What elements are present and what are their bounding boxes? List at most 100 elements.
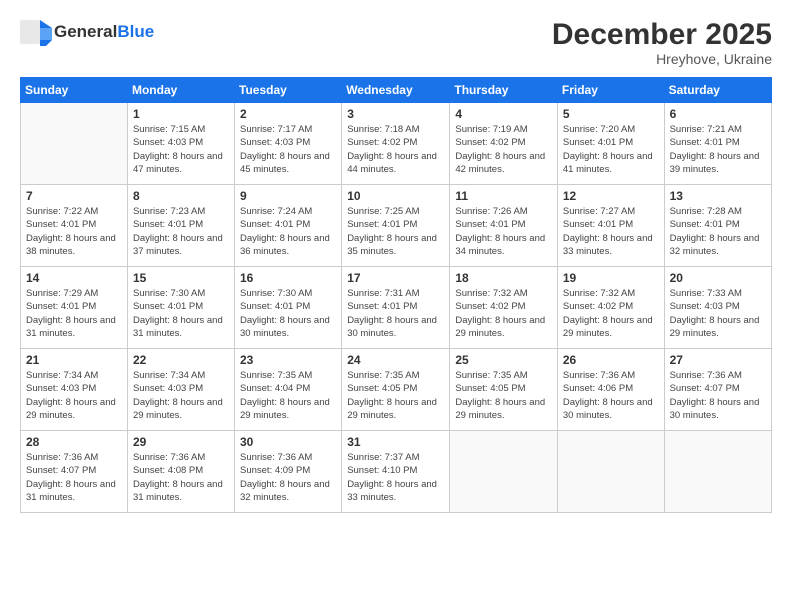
- logo-icon: [20, 18, 52, 46]
- table-row: 25 Sunrise: 7:35 AM Sunset: 4:05 PM Dayl…: [450, 349, 558, 431]
- day-info: Sunrise: 7:20 AM Sunset: 4:01 PM Dayligh…: [563, 123, 659, 176]
- table-row: 22 Sunrise: 7:34 AM Sunset: 4:03 PM Dayl…: [127, 349, 234, 431]
- sunrise-text: Sunrise: 7:20 AM: [563, 124, 635, 135]
- table-row: [664, 431, 771, 513]
- sunrise-text: Sunrise: 7:27 AM: [563, 206, 635, 217]
- daylight-text: Daylight: 8 hours and 29 minutes.: [133, 397, 223, 421]
- table-row: 4 Sunrise: 7:19 AM Sunset: 4:02 PM Dayli…: [450, 103, 558, 185]
- table-row: 15 Sunrise: 7:30 AM Sunset: 4:01 PM Dayl…: [127, 267, 234, 349]
- daylight-text: Daylight: 8 hours and 31 minutes.: [133, 315, 223, 339]
- header: GeneralBlue December 2025 Hreyhove, Ukra…: [20, 18, 772, 67]
- sunrise-text: Sunrise: 7:36 AM: [240, 452, 312, 463]
- table-row: 8 Sunrise: 7:23 AM Sunset: 4:01 PM Dayli…: [127, 185, 234, 267]
- sunset-text: Sunset: 4:01 PM: [563, 137, 633, 148]
- table-row: 31 Sunrise: 7:37 AM Sunset: 4:10 PM Dayl…: [342, 431, 450, 513]
- day-info: Sunrise: 7:29 AM Sunset: 4:01 PM Dayligh…: [26, 287, 122, 340]
- table-row: 20 Sunrise: 7:33 AM Sunset: 4:03 PM Dayl…: [664, 267, 771, 349]
- day-number: 9: [240, 189, 336, 203]
- day-number: 26: [563, 353, 659, 367]
- table-row: 24 Sunrise: 7:35 AM Sunset: 4:05 PM Dayl…: [342, 349, 450, 431]
- day-info: Sunrise: 7:17 AM Sunset: 4:03 PM Dayligh…: [240, 123, 336, 176]
- sunrise-text: Sunrise: 7:35 AM: [455, 370, 527, 381]
- header-tuesday: Tuesday: [235, 78, 342, 103]
- sunset-text: Sunset: 4:08 PM: [133, 465, 203, 476]
- sunrise-text: Sunrise: 7:34 AM: [133, 370, 205, 381]
- sunset-text: Sunset: 4:05 PM: [347, 383, 417, 394]
- calendar-week-row: 21 Sunrise: 7:34 AM Sunset: 4:03 PM Dayl…: [21, 349, 772, 431]
- logo-general: General: [54, 22, 117, 41]
- header-thursday: Thursday: [450, 78, 558, 103]
- calendar-table: Sunday Monday Tuesday Wednesday Thursday…: [20, 77, 772, 513]
- sunset-text: Sunset: 4:02 PM: [455, 301, 525, 312]
- sunrise-text: Sunrise: 7:15 AM: [133, 124, 205, 135]
- daylight-text: Daylight: 8 hours and 31 minutes.: [26, 479, 116, 503]
- sunset-text: Sunset: 4:03 PM: [240, 137, 310, 148]
- sunrise-text: Sunrise: 7:28 AM: [670, 206, 742, 217]
- header-friday: Friday: [557, 78, 664, 103]
- table-row: 13 Sunrise: 7:28 AM Sunset: 4:01 PM Dayl…: [664, 185, 771, 267]
- day-info: Sunrise: 7:22 AM Sunset: 4:01 PM Dayligh…: [26, 205, 122, 258]
- sunset-text: Sunset: 4:01 PM: [563, 219, 633, 230]
- daylight-text: Daylight: 8 hours and 29 minutes.: [455, 397, 545, 421]
- sunrise-text: Sunrise: 7:36 AM: [670, 370, 742, 381]
- day-info: Sunrise: 7:36 AM Sunset: 4:09 PM Dayligh…: [240, 451, 336, 504]
- day-info: Sunrise: 7:30 AM Sunset: 4:01 PM Dayligh…: [240, 287, 336, 340]
- daylight-text: Daylight: 8 hours and 35 minutes.: [347, 233, 437, 257]
- daylight-text: Daylight: 8 hours and 32 minutes.: [670, 233, 760, 257]
- logo: GeneralBlue: [20, 18, 154, 46]
- day-info: Sunrise: 7:34 AM Sunset: 4:03 PM Dayligh…: [26, 369, 122, 422]
- sunset-text: Sunset: 4:01 PM: [670, 219, 740, 230]
- daylight-text: Daylight: 8 hours and 30 minutes.: [240, 315, 330, 339]
- day-number: 22: [133, 353, 229, 367]
- sunset-text: Sunset: 4:04 PM: [240, 383, 310, 394]
- sunrise-text: Sunrise: 7:19 AM: [455, 124, 527, 135]
- header-monday: Monday: [127, 78, 234, 103]
- sunrise-text: Sunrise: 7:36 AM: [26, 452, 98, 463]
- day-info: Sunrise: 7:30 AM Sunset: 4:01 PM Dayligh…: [133, 287, 229, 340]
- day-info: Sunrise: 7:36 AM Sunset: 4:07 PM Dayligh…: [26, 451, 122, 504]
- day-number: 28: [26, 435, 122, 449]
- sunrise-text: Sunrise: 7:34 AM: [26, 370, 98, 381]
- day-number: 27: [670, 353, 766, 367]
- sunset-text: Sunset: 4:01 PM: [26, 219, 96, 230]
- sunrise-text: Sunrise: 7:36 AM: [133, 452, 205, 463]
- header-sunday: Sunday: [21, 78, 128, 103]
- daylight-text: Daylight: 8 hours and 30 minutes.: [347, 315, 437, 339]
- daylight-text: Daylight: 8 hours and 32 minutes.: [240, 479, 330, 503]
- daylight-text: Daylight: 8 hours and 30 minutes.: [670, 397, 760, 421]
- daylight-text: Daylight: 8 hours and 37 minutes.: [133, 233, 223, 257]
- day-info: Sunrise: 7:15 AM Sunset: 4:03 PM Dayligh…: [133, 123, 229, 176]
- sunrise-text: Sunrise: 7:35 AM: [347, 370, 419, 381]
- day-number: 25: [455, 353, 552, 367]
- day-number: 21: [26, 353, 122, 367]
- table-row: 2 Sunrise: 7:17 AM Sunset: 4:03 PM Dayli…: [235, 103, 342, 185]
- day-info: Sunrise: 7:36 AM Sunset: 4:08 PM Dayligh…: [133, 451, 229, 504]
- day-info: Sunrise: 7:36 AM Sunset: 4:07 PM Dayligh…: [670, 369, 766, 422]
- table-row: 7 Sunrise: 7:22 AM Sunset: 4:01 PM Dayli…: [21, 185, 128, 267]
- table-row: 19 Sunrise: 7:32 AM Sunset: 4:02 PM Dayl…: [557, 267, 664, 349]
- day-number: 30: [240, 435, 336, 449]
- sunrise-text: Sunrise: 7:26 AM: [455, 206, 527, 217]
- sunrise-text: Sunrise: 7:32 AM: [455, 288, 527, 299]
- table-row: 14 Sunrise: 7:29 AM Sunset: 4:01 PM Dayl…: [21, 267, 128, 349]
- table-row: 23 Sunrise: 7:35 AM Sunset: 4:04 PM Dayl…: [235, 349, 342, 431]
- sunrise-text: Sunrise: 7:33 AM: [670, 288, 742, 299]
- day-info: Sunrise: 7:24 AM Sunset: 4:01 PM Dayligh…: [240, 205, 336, 258]
- sunrise-text: Sunrise: 7:36 AM: [563, 370, 635, 381]
- sunrise-text: Sunrise: 7:17 AM: [240, 124, 312, 135]
- day-number: 24: [347, 353, 444, 367]
- day-info: Sunrise: 7:35 AM Sunset: 4:04 PM Dayligh…: [240, 369, 336, 422]
- sunset-text: Sunset: 4:01 PM: [133, 219, 203, 230]
- day-number: 17: [347, 271, 444, 285]
- sunset-text: Sunset: 4:07 PM: [26, 465, 96, 476]
- sunrise-text: Sunrise: 7:18 AM: [347, 124, 419, 135]
- daylight-text: Daylight: 8 hours and 30 minutes.: [563, 397, 653, 421]
- day-number: 8: [133, 189, 229, 203]
- day-number: 18: [455, 271, 552, 285]
- table-row: 18 Sunrise: 7:32 AM Sunset: 4:02 PM Dayl…: [450, 267, 558, 349]
- daylight-text: Daylight: 8 hours and 29 minutes.: [670, 315, 760, 339]
- day-number: 2: [240, 107, 336, 121]
- sunset-text: Sunset: 4:01 PM: [240, 219, 310, 230]
- day-number: 13: [670, 189, 766, 203]
- sunrise-text: Sunrise: 7:35 AM: [240, 370, 312, 381]
